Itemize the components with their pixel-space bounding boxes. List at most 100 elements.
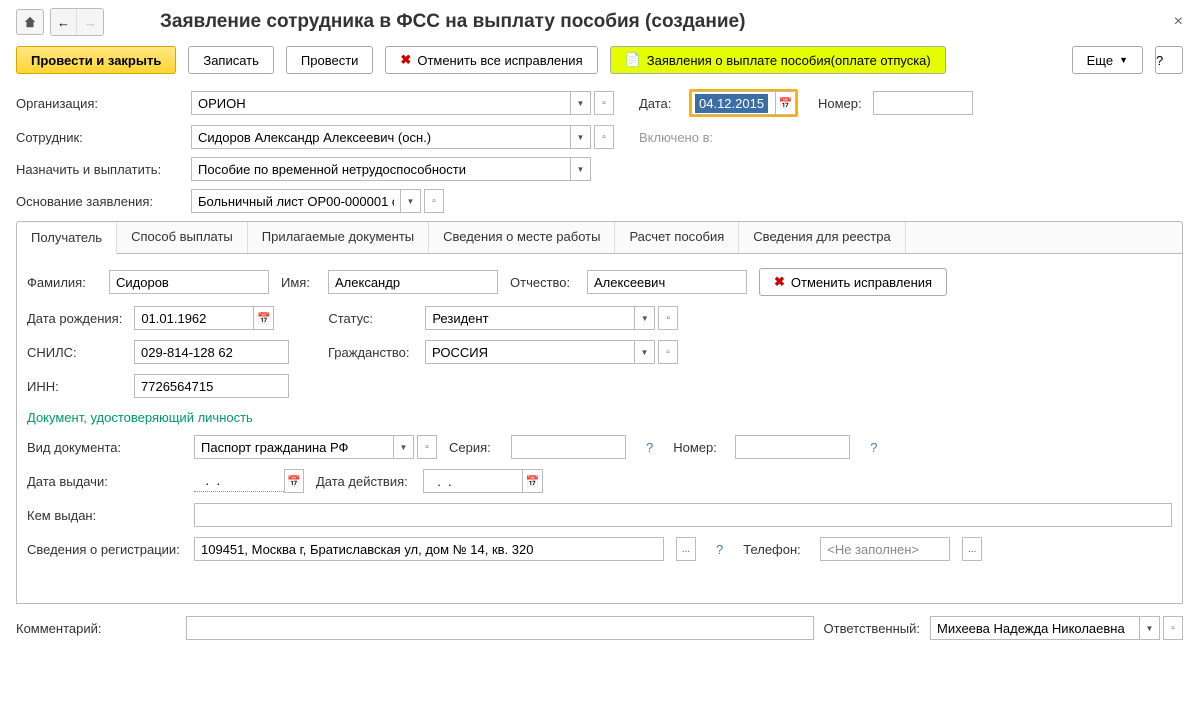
employee-input[interactable] (191, 125, 571, 149)
tab-calculation[interactable]: Расчет пособия (615, 222, 739, 253)
post-button[interactable]: Провести (286, 46, 374, 74)
basis-dropdown[interactable] (401, 189, 421, 213)
doc-number-help[interactable]: ? (870, 440, 877, 455)
close-button[interactable]: × (1174, 13, 1183, 31)
tab-recipient[interactable]: Получатель (17, 223, 117, 254)
valid-date-calendar[interactable]: 📅 (523, 469, 543, 493)
responsible-open[interactable]: ▫ (1163, 616, 1183, 640)
phone-input[interactable] (820, 537, 950, 561)
date-value: 04.12.2015 (695, 94, 768, 113)
citizenship-label: Гражданство: (328, 345, 413, 360)
identity-heading: Документ, удостоверяющий личность (27, 410, 1172, 425)
employee-label: Сотрудник: (16, 130, 191, 145)
status-input[interactable] (425, 306, 635, 330)
doc-type-open[interactable]: ▫ (417, 435, 437, 459)
name-label: Имя: (281, 275, 316, 290)
cancel-fix-button[interactable]: ✖ Отменить исправления (759, 268, 947, 296)
dob-input[interactable] (134, 306, 254, 330)
reg-label: Сведения о регистрации: (27, 542, 182, 557)
assign-dropdown[interactable] (571, 157, 591, 181)
tab-content-recipient: Фамилия: Имя: Отчество: ✖ Отменить испра… (16, 254, 1183, 604)
issue-date-calendar[interactable]: 📅 (284, 469, 304, 493)
cancel-all-label: Отменить все исправления (417, 53, 582, 68)
help-button[interactable]: ? (1155, 46, 1183, 74)
surname-input[interactable] (109, 270, 269, 294)
post-and-close-button[interactable]: Провести и закрыть (16, 46, 176, 74)
org-dropdown[interactable] (571, 91, 591, 115)
date-label: Дата: (639, 96, 689, 111)
tab-payment-method[interactable]: Способ выплаты (117, 222, 248, 253)
name-input[interactable] (328, 270, 498, 294)
employee-dropdown[interactable] (571, 125, 591, 149)
citizenship-input[interactable] (425, 340, 635, 364)
surname-label: Фамилия: (27, 275, 97, 290)
assign-label: Назначить и выплатить: (16, 162, 191, 177)
nav-back-forward: ← → (50, 8, 104, 36)
phone-label: Телефон: (743, 542, 808, 557)
forward-button[interactable]: → (77, 9, 103, 35)
org-input[interactable] (191, 91, 571, 115)
snils-input[interactable] (134, 340, 289, 364)
cancel-all-button[interactable]: ✖ Отменить все исправления (385, 46, 597, 74)
arrow-right-icon: → (84, 15, 97, 30)
inn-input[interactable] (134, 374, 289, 398)
doc-number-label: Номер: (673, 440, 723, 455)
basis-open[interactable]: ▫ (424, 189, 444, 213)
date-calendar-button[interactable]: 📅 (776, 91, 796, 115)
issue-date-input[interactable] (194, 470, 284, 492)
responsible-input[interactable] (930, 616, 1140, 640)
back-button[interactable]: ← (51, 9, 77, 35)
valid-date-label: Дата действия: (316, 474, 411, 489)
doc-number-input[interactable] (735, 435, 850, 459)
employee-open[interactable]: ▫ (594, 125, 614, 149)
tab-attachments[interactable]: Прилагаемые документы (248, 222, 429, 253)
reg-help[interactable]: ? (716, 542, 723, 557)
valid-date-input[interactable] (423, 469, 523, 493)
doc-type-label: Вид документа: (27, 440, 182, 455)
tab-work-info[interactable]: Сведения о месте работы (429, 222, 615, 253)
included-label: Включено в: (639, 130, 713, 145)
org-label: Организация: (16, 96, 191, 111)
patronymic-input[interactable] (587, 270, 747, 294)
issued-by-label: Кем выдан: (27, 508, 182, 523)
document-icon: 📄 (625, 52, 641, 68)
arrow-left-icon: ← (57, 15, 70, 30)
series-help[interactable]: ? (646, 440, 653, 455)
page-title: Заявление сотрудника в ФСС на выплату по… (160, 11, 745, 33)
save-button[interactable]: Записать (188, 46, 274, 74)
snils-label: СНИЛС: (27, 345, 122, 360)
citizenship-open[interactable]: ▫ (658, 340, 678, 364)
basis-input[interactable] (191, 189, 401, 213)
reg-more-button[interactable]: ... (676, 537, 696, 561)
status-dropdown[interactable] (635, 306, 655, 330)
comment-label: Комментарий: (16, 621, 176, 636)
more-button[interactable]: Еще ▼ (1072, 46, 1143, 74)
org-open[interactable]: ▫ (594, 91, 614, 115)
number-label: Номер: (818, 96, 873, 111)
cancel-fix-icon: ✖ (774, 274, 785, 290)
status-open[interactable]: ▫ (658, 306, 678, 330)
responsible-label: Ответственный: (824, 621, 920, 636)
number-input[interactable] (873, 91, 973, 115)
series-label: Серия: (449, 440, 499, 455)
dob-calendar[interactable]: 📅 (254, 306, 274, 330)
citizenship-dropdown[interactable] (635, 340, 655, 364)
home-button[interactable] (16, 9, 44, 35)
tab-registry[interactable]: Сведения для реестра (739, 222, 905, 253)
comment-input[interactable] (186, 616, 814, 640)
doc-type-input[interactable] (194, 435, 394, 459)
dob-label: Дата рождения: (27, 311, 122, 326)
reg-input[interactable] (194, 537, 664, 561)
responsible-dropdown[interactable] (1140, 616, 1160, 640)
issued-by-input[interactable] (194, 503, 1172, 527)
assign-input[interactable] (191, 157, 571, 181)
series-input[interactable] (511, 435, 626, 459)
inn-label: ИНН: (27, 379, 122, 394)
status-label: Статус: (328, 311, 413, 326)
applications-button[interactable]: 📄 Заявления о выплате пособия(оплате отп… (610, 46, 946, 74)
phone-more-button[interactable]: ... (962, 537, 982, 561)
date-input[interactable]: 04.12.2015 (691, 91, 776, 115)
more-label: Еще (1087, 53, 1113, 68)
doc-type-dropdown[interactable] (394, 435, 414, 459)
basis-label: Основание заявления: (16, 194, 191, 209)
